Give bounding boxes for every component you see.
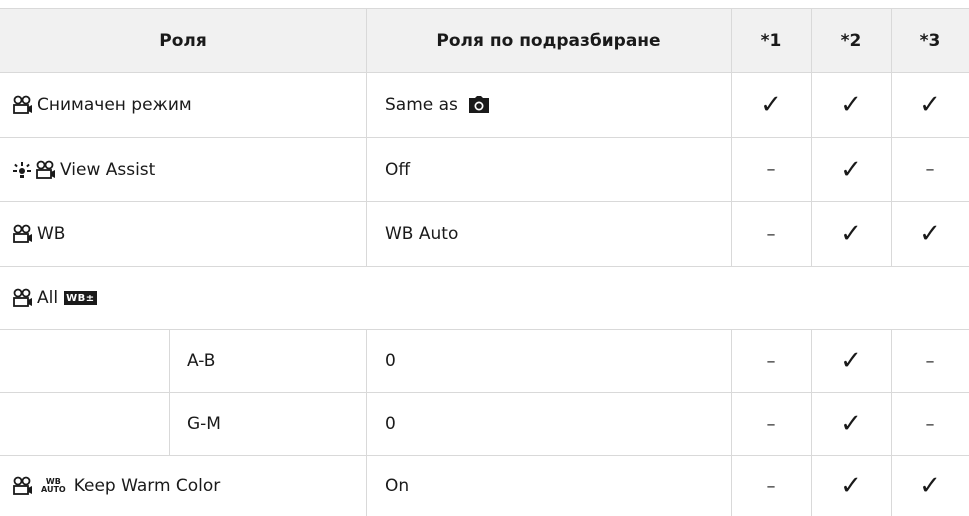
row-col-3: – bbox=[925, 413, 935, 435]
table-row: Снимачен режим Same as ✓ ✓ ✓ bbox=[0, 73, 969, 138]
row-col-1: – bbox=[766, 159, 776, 180]
row-default-cell: WB Auto bbox=[385, 224, 459, 244]
row-col-2: ✓ bbox=[840, 154, 862, 185]
row-col-3: ✓ bbox=[919, 90, 941, 120]
row-col-2: ✓ bbox=[840, 346, 862, 376]
header-role: Роля bbox=[159, 30, 207, 51]
movie-camera-icon bbox=[12, 476, 34, 496]
row-name-cell: G-M bbox=[187, 414, 221, 434]
row-default: Same as bbox=[385, 95, 458, 115]
row-default-cell: Same as bbox=[366, 73, 731, 137]
row-name-cell: WB bbox=[0, 202, 366, 266]
row-name-cell: Снимачен режим bbox=[0, 73, 366, 137]
row-col-2: ✓ bbox=[840, 90, 862, 120]
movie-camera-icon bbox=[12, 95, 34, 115]
header-col-2: *2 bbox=[840, 30, 862, 51]
movie-camera-icon bbox=[12, 288, 34, 308]
table-header: Роля Роля по подразбиране *1 *2 *3 bbox=[0, 8, 969, 73]
row-name-cell: WB AUTO Keep Warm Color bbox=[0, 456, 366, 516]
row-name-cell: All WB± bbox=[0, 267, 969, 329]
row-col-3: ✓ bbox=[919, 471, 941, 501]
row-col-3: ✓ bbox=[919, 219, 941, 249]
row-col-1: – bbox=[766, 475, 776, 497]
row-col-1: – bbox=[766, 350, 776, 372]
camera-icon bbox=[468, 96, 490, 114]
header-col-3: *3 bbox=[919, 30, 941, 51]
row-col-3: – bbox=[925, 159, 935, 180]
row-default-cell: 0 bbox=[385, 351, 396, 371]
row-default-cell: Off bbox=[385, 159, 411, 180]
table-row: G-M 0 – ✓ – bbox=[0, 393, 969, 456]
row-name: View Assist bbox=[60, 159, 156, 180]
row-col-1: – bbox=[766, 413, 776, 435]
table-row: View Assist Off – ✓ – bbox=[0, 138, 969, 202]
row-col-2: ✓ bbox=[840, 409, 862, 439]
movie-camera-icon bbox=[12, 224, 34, 244]
movie-camera-icon bbox=[35, 160, 57, 180]
row-col-1: – bbox=[766, 223, 776, 245]
table-row: WB WB Auto – ✓ ✓ bbox=[0, 202, 969, 267]
header-col-1: *1 bbox=[760, 30, 782, 51]
row-name: Keep Warm Color bbox=[73, 476, 221, 496]
wb-compensation-icon: WB± bbox=[64, 291, 97, 305]
row-name: All bbox=[37, 288, 59, 308]
row-col-1: ✓ bbox=[760, 90, 782, 120]
table-group-row: All WB± bbox=[0, 267, 969, 330]
row-name: Снимачен режим bbox=[37, 95, 192, 115]
sparkle-icon bbox=[12, 161, 32, 179]
row-col-2: ✓ bbox=[840, 219, 862, 249]
header-default: Роля по подразбиране bbox=[436, 30, 661, 51]
row-name: WB bbox=[37, 224, 66, 244]
row-col-3: – bbox=[925, 350, 935, 372]
wb-auto-icon: WB AUTO bbox=[41, 477, 66, 494]
row-col-2: ✓ bbox=[840, 471, 862, 501]
row-name-cell: A-B bbox=[187, 351, 216, 371]
row-name-cell: View Assist bbox=[0, 138, 366, 201]
table-row: A-B 0 – ✓ – bbox=[0, 330, 969, 393]
table-row: WB AUTO Keep Warm Color On – ✓ ✓ bbox=[0, 456, 969, 516]
row-default-cell: 0 bbox=[385, 414, 396, 434]
row-default-cell: On bbox=[385, 476, 410, 496]
